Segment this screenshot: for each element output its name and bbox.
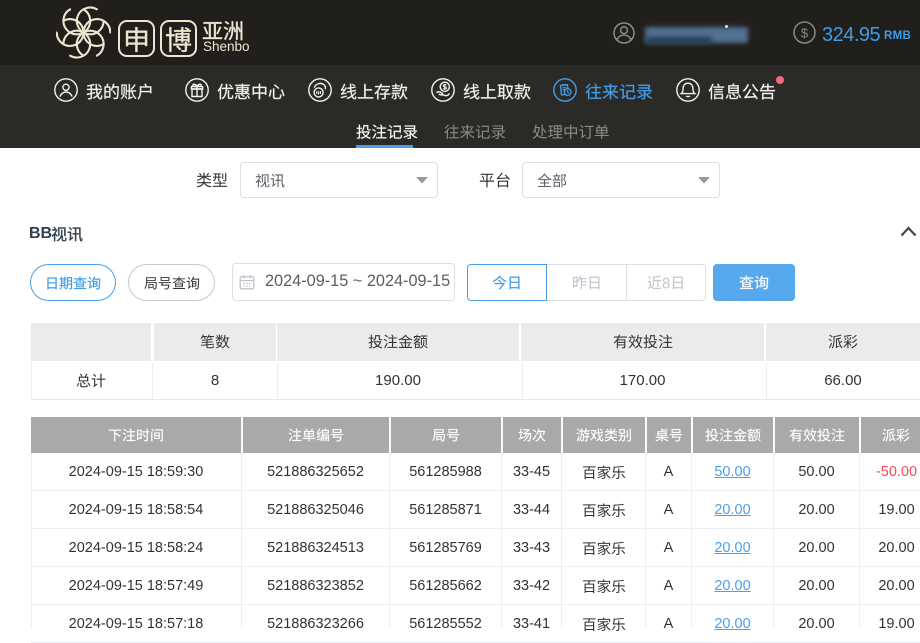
svg-text:$: $: [801, 26, 809, 41]
